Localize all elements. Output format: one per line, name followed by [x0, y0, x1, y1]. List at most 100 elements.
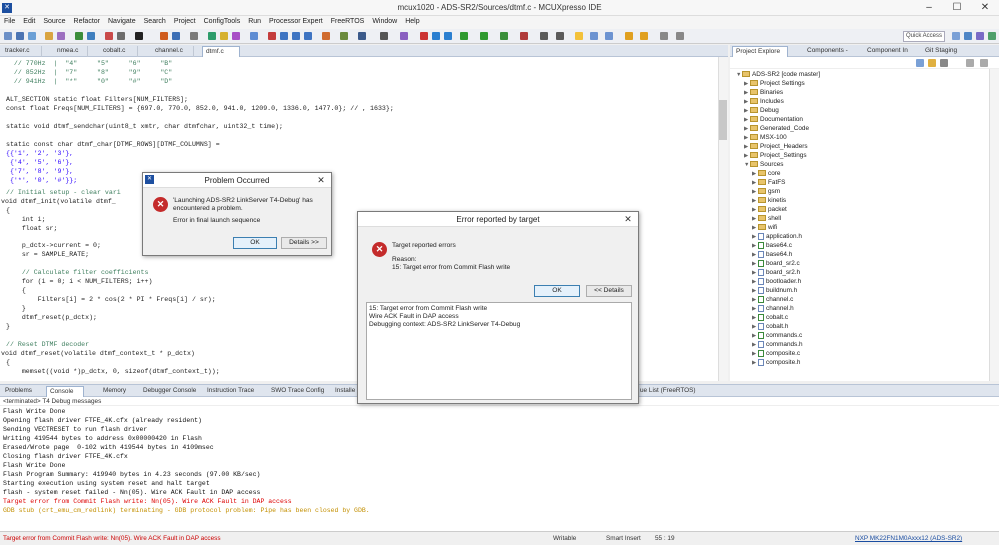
- tree-item[interactable]: ▶ buildnum.h: [752, 287, 797, 294]
- tree-item[interactable]: ▶ gsm: [752, 188, 780, 195]
- tab-memory[interactable]: Memory: [100, 386, 134, 397]
- tab-tracker-c[interactable]: tracker.c: [2, 46, 42, 57]
- menu-navigate[interactable]: Navigate: [104, 16, 140, 27]
- tree-item[interactable]: ▶ composite.h: [752, 359, 800, 366]
- tab-console[interactable]: Console: [46, 386, 84, 397]
- search-icon[interactable]: [250, 32, 258, 40]
- editor-scroll-thumb[interactable]: [719, 100, 727, 140]
- debug-icon[interactable]: [75, 32, 83, 40]
- tree-root[interactable]: ▼ ADS-SR2 [code master]: [736, 71, 820, 78]
- save-all-icon[interactable]: [28, 32, 36, 40]
- annotation-icon[interactable]: [590, 32, 598, 40]
- resume-icon[interactable]: [117, 32, 125, 40]
- tab-dtmf-c[interactable]: dtmf.c: [202, 46, 240, 57]
- tree-item[interactable]: ▶ Project_Headers: [744, 143, 808, 150]
- forward-icon[interactable]: [676, 32, 684, 40]
- menu-processor-expert[interactable]: Processor Expert: [265, 16, 327, 27]
- target-icon[interactable]: [135, 32, 143, 40]
- cc-perspective-icon[interactable]: [964, 32, 972, 40]
- save-icon[interactable]: [16, 32, 24, 40]
- breakpoint-icon[interactable]: [268, 32, 276, 40]
- menu-refactor[interactable]: Refactor: [70, 16, 104, 27]
- tree-item[interactable]: ▶ kinetis: [752, 197, 786, 204]
- next-annotation-icon[interactable]: [625, 32, 633, 40]
- debug-run-icon[interactable]: [500, 32, 508, 40]
- erase-icon[interactable]: [444, 32, 452, 40]
- tab-debugger-console[interactable]: Debugger Console: [140, 386, 202, 397]
- tab-git-staging[interactable]: Git Staging: [922, 46, 972, 57]
- external-tools-icon[interactable]: [520, 32, 528, 40]
- gear-icon[interactable]: [380, 32, 388, 40]
- open-resource-icon[interactable]: [556, 32, 564, 40]
- step-return-icon[interactable]: [304, 32, 312, 40]
- menu-source[interactable]: Source: [39, 16, 69, 27]
- details-text-area[interactable]: 15: Target error from Commit Flash write…: [366, 302, 632, 400]
- menu-run[interactable]: Run: [244, 16, 265, 27]
- tree-item[interactable]: ▶ Project Settings: [744, 80, 805, 87]
- close-icon[interactable]: ✕: [618, 212, 638, 227]
- open-type-icon[interactable]: [540, 32, 548, 40]
- tab-component-inspector[interactable]: Component In: [864, 46, 916, 57]
- menu-file[interactable]: File: [0, 16, 19, 27]
- peripherals-icon[interactable]: [172, 32, 180, 40]
- toggle-mark-icon[interactable]: [575, 32, 583, 40]
- tree-item-sources[interactable]: ▼ Sources: [744, 161, 783, 168]
- tab-swo-trace-config[interactable]: SWO Trace Config: [268, 386, 330, 397]
- tab-nmea-c[interactable]: nmea.c: [54, 46, 88, 57]
- stop-icon[interactable]: [105, 32, 113, 40]
- debug-perspective-icon[interactable]: [976, 32, 984, 40]
- tree-item[interactable]: ▶ commands.h: [752, 341, 803, 348]
- new-icon[interactable]: [4, 32, 12, 40]
- tree-item[interactable]: ▶ channel.h: [752, 305, 794, 312]
- close-window-button[interactable]: ✕: [971, 0, 999, 16]
- minimize-view-icon[interactable]: [966, 59, 974, 67]
- tree-item[interactable]: ▶ composite.c: [752, 350, 800, 357]
- step-over-icon[interactable]: [292, 32, 300, 40]
- menu-configtools[interactable]: ConfigTools: [200, 16, 245, 27]
- tree-item[interactable]: ▶ bootloader.h: [752, 278, 801, 285]
- tab-instruction-trace[interactable]: Instruction Trace: [204, 386, 266, 397]
- tab-problems[interactable]: Problems: [2, 386, 42, 397]
- config-peripherals-icon[interactable]: [232, 32, 240, 40]
- step-into-icon[interactable]: [280, 32, 288, 40]
- tree-item[interactable]: ▶ Generated_Code: [744, 125, 809, 132]
- task-icon[interactable]: [340, 32, 348, 40]
- back-icon[interactable]: [660, 32, 668, 40]
- tree-item[interactable]: ▶ core: [752, 170, 780, 177]
- hide-details-button[interactable]: << Details: [586, 285, 632, 297]
- tree-item[interactable]: ▶ cobalt.c: [752, 314, 788, 321]
- collapse-all-icon[interactable]: [916, 59, 924, 67]
- tab-installed[interactable]: Installe: [332, 386, 358, 397]
- run-icon[interactable]: [460, 32, 468, 40]
- tree-item[interactable]: ▶ wifi: [752, 224, 777, 231]
- tree-item[interactable]: ▶ base64.c: [752, 242, 792, 249]
- flash-icon[interactable]: [432, 32, 440, 40]
- menu-project[interactable]: Project: [170, 16, 200, 27]
- maximize-view-icon[interactable]: [980, 59, 988, 67]
- whitespace-icon[interactable]: [605, 32, 613, 40]
- tree-item[interactable]: ▶ MSX-100: [744, 134, 787, 141]
- terminal-icon[interactable]: [190, 32, 198, 40]
- tab-queue-list[interactable]: ue List (FreeRTOS): [637, 386, 699, 397]
- program-icon[interactable]: [87, 32, 95, 40]
- tab-cobalt-c[interactable]: cobalt.c: [100, 46, 138, 57]
- tree-item[interactable]: ▶ Documentation: [744, 116, 803, 123]
- tree-item[interactable]: ▶ shell: [752, 215, 781, 222]
- link-icon[interactable]: [358, 32, 366, 40]
- tab-components[interactable]: Components -: [804, 46, 860, 57]
- tree-item[interactable]: ▶ Project_Settings: [744, 152, 807, 159]
- tree-item[interactable]: ▶ Includes: [744, 98, 784, 105]
- menu-search[interactable]: Search: [140, 16, 170, 27]
- tree-item[interactable]: ▶ Binaries: [744, 89, 783, 96]
- menu-edit[interactable]: Edit: [19, 16, 39, 27]
- tab-project-explorer[interactable]: Project Explore: [732, 46, 788, 57]
- tree-item[interactable]: ▶ Debug: [744, 107, 779, 114]
- tree-item[interactable]: ▶ application.h: [752, 233, 802, 240]
- project-scrollbar[interactable]: [989, 69, 999, 381]
- run-config-icon[interactable]: [480, 32, 488, 40]
- tree-item[interactable]: ▶ FatFS: [752, 179, 785, 186]
- tree-item[interactable]: ▶ cobalt.h: [752, 323, 788, 330]
- view-menu-icon[interactable]: [940, 59, 948, 67]
- quick-access-input[interactable]: Quick Access: [903, 31, 945, 42]
- ok-button[interactable]: OK: [534, 285, 580, 297]
